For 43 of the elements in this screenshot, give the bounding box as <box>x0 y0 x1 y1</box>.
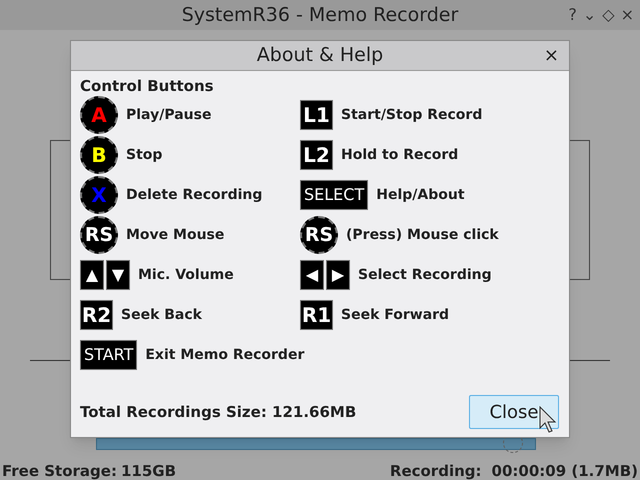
action-label: Exit Memo Recorder <box>145 346 304 364</box>
action-label: Help/About <box>376 186 465 204</box>
key-glyph: L1 <box>300 100 333 130</box>
action-label: Play/Pause <box>126 106 212 124</box>
progress-slider[interactable] <box>96 438 536 450</box>
action-label: Seek Back <box>121 306 202 324</box>
action-label: Select Recording <box>358 266 492 284</box>
action-label: Start/Stop Record <box>341 106 482 124</box>
button-letter: X <box>91 182 107 209</box>
recording-label: Recording: <box>390 461 482 480</box>
key-glyph: SELECT <box>300 180 368 210</box>
close-button[interactable]: Close <box>469 395 559 429</box>
storage-label: Free Storage: <box>2 461 117 480</box>
window-title: SystemR36 - Memo Recorder <box>182 2 458 28</box>
button-letter: RS <box>304 222 334 248</box>
button-letter: B <box>91 142 107 169</box>
key-glyph: ▼ <box>106 260 130 290</box>
button-letter: A <box>91 102 107 129</box>
action-label: Mic. Volume <box>138 266 234 284</box>
action-label: Move Mouse <box>126 226 224 244</box>
recording-value: 00:00:09 (1.7MB) <box>492 461 638 480</box>
mouse-cursor <box>539 406 557 434</box>
key-glyph: R1 <box>300 300 333 330</box>
action-label: (Press) Mouse click <box>346 226 499 244</box>
window-control[interactable]: ⌄ <box>582 7 596 23</box>
button-letter: RS <box>84 222 114 248</box>
action-label: Delete Recording <box>126 186 262 204</box>
window-control[interactable]: ◇ <box>602 7 615 23</box>
window-control[interactable]: ? <box>568 7 577 23</box>
total-size: Total Recordings Size: 121.66MB <box>80 402 356 423</box>
action-label: Stop <box>126 146 162 164</box>
key-glyph: ▶ <box>326 260 350 290</box>
action-label: Hold to Record <box>341 146 458 164</box>
window-control[interactable]: × <box>620 7 634 23</box>
section-heading: Control Buttons <box>80 76 215 95</box>
key-glyph: ▲ <box>80 260 104 290</box>
key-glyph: ◀ <box>300 260 324 290</box>
key-glyph: R2 <box>80 300 113 330</box>
dialog-title: About & Help <box>256 43 384 68</box>
storage-value: 115GB <box>120 461 176 480</box>
action-label: Seek Forward <box>341 306 450 324</box>
key-glyph: START <box>80 340 138 370</box>
key-glyph: L2 <box>300 140 333 170</box>
